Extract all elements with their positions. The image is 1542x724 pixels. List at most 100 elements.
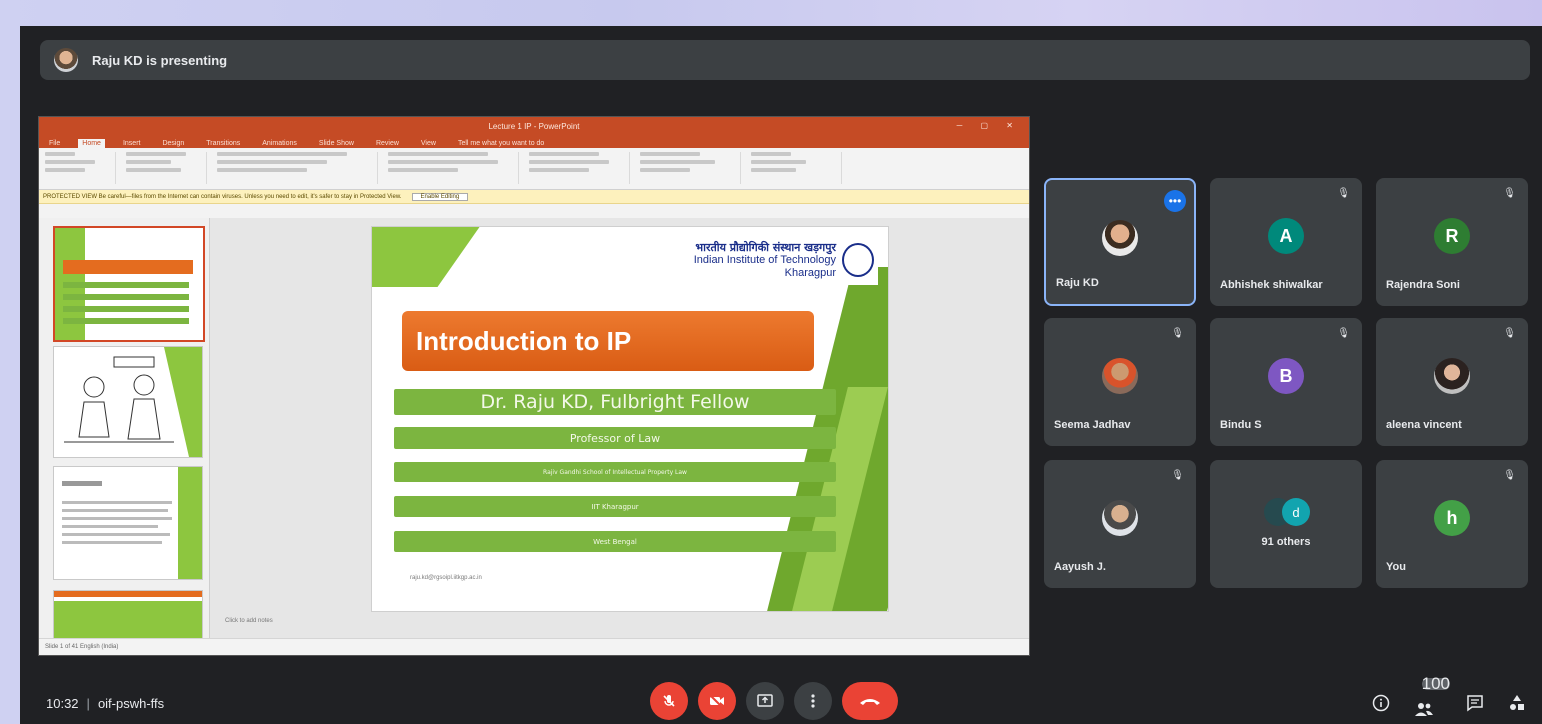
slide-thumbnail-4 [53, 590, 203, 642]
mic-off-icon: 🎙 [1503, 328, 1516, 339]
meeting-details: 10:32 | oif-pswh-ffs [46, 696, 164, 711]
more-options-button[interactable] [794, 682, 832, 720]
avatar [1102, 358, 1138, 394]
mic-off-icon: 🎙 [1503, 470, 1516, 481]
people-button[interactable]: 100 [1414, 674, 1450, 723]
window-controls-icon: ─ ▢ ✕ [956, 121, 1021, 130]
thumb-text-line [62, 517, 172, 520]
slide-footer-email: raju.kd@rgsoipl.iitkgp.ac.in [410, 575, 482, 581]
call-controls [650, 682, 898, 720]
ppt-window-title: Lecture 1 IP - PowerPoint [488, 121, 580, 131]
participant-tile-aayush[interactable]: 🎙 Aayush J. [1044, 460, 1196, 588]
presenter-avatar [54, 48, 78, 72]
ppt-tab: File [49, 140, 61, 147]
ribbon-group [751, 152, 842, 184]
present-icon [757, 694, 773, 707]
ribbon-group [126, 152, 207, 184]
slide-thumbnail-2 [53, 346, 203, 458]
thumb-text-line [62, 541, 162, 544]
thumb-bar [63, 282, 189, 288]
ppt-tab: Insert [122, 140, 141, 147]
present-now-button[interactable] [746, 682, 784, 720]
participant-name: Abhishek shiwalkar [1220, 279, 1323, 291]
thumb-title-bar [63, 260, 193, 274]
people-icon [1414, 703, 1433, 716]
mic-off-icon [663, 695, 675, 707]
participant-name: Seema Jadhav [1054, 419, 1131, 431]
participant-name: Bindu S [1220, 419, 1262, 431]
thumb-title-bar [54, 591, 202, 597]
thumb-text-line [62, 509, 168, 512]
thumb-green-shape [178, 467, 202, 579]
presenting-text: Raju KD is presenting [92, 52, 228, 68]
ribbon-group [45, 152, 116, 184]
participant-tile-abhishek[interactable]: 🎙 A Abhishek shiwalkar [1210, 178, 1362, 306]
avatar: d [1282, 498, 1310, 526]
ppt-ribbon [39, 148, 1029, 190]
ppt-title-bar: Lecture 1 IP - PowerPoint ─ ▢ ✕ [39, 117, 1029, 135]
current-slide: भारतीय प्रौद्योगिकी संस्थान खड़गपुर Indi… [371, 226, 889, 612]
participant-tile-rajendra[interactable]: 🎙 R Rajendra Soni [1376, 178, 1528, 306]
participant-tile-others[interactable]: d 91 others [1210, 460, 1362, 588]
camera-off-icon [709, 694, 724, 709]
protected-view-bar: PROTECTED VIEW Be careful—files from the… [39, 190, 1029, 204]
more-options-icon[interactable]: ••• [1164, 190, 1186, 212]
participant-tile-seema[interactable]: 🎙 Seema Jadhav [1044, 318, 1196, 446]
slide-green-shape [372, 227, 487, 287]
mic-off-icon: 🎙 [1337, 188, 1350, 199]
ppt-ribbon-tabs: File Home Insert Design Transitions Anim… [39, 135, 1029, 148]
logo-line1: Indian Institute of Technology [693, 253, 836, 266]
shared-screen: Lecture 1 IP - PowerPoint ─ ▢ ✕ File Hom… [38, 116, 1030, 656]
slide-institute-bar: IIT Kharagpur [394, 496, 836, 517]
protected-view-text: PROTECTED VIEW Be careful—files from the… [43, 193, 402, 200]
meeting-info-button[interactable] [1372, 694, 1390, 717]
people-count-badge: 100 [1421, 674, 1450, 693]
slide-thumbnail-3 [53, 466, 203, 580]
ribbon-group [529, 152, 630, 184]
thumb-text-line [62, 481, 102, 486]
slide-editor: भारतीय प्रौद्योगिकी संस्थान खड़गपुर Indi… [209, 218, 1029, 638]
mic-off-icon: 🎙 [1171, 328, 1184, 339]
participant-tile-bindu[interactable]: 🎙 B Bindu S [1210, 318, 1362, 446]
ppt-status-text: Slide 1 of 41 English (India) [45, 644, 119, 650]
avatar: R [1434, 218, 1470, 254]
iit-seal-icon [842, 243, 874, 277]
ppt-tab: Design [162, 140, 185, 147]
thumb-text-line [62, 501, 172, 504]
chat-button[interactable] [1466, 694, 1484, 717]
presenting-banner: Raju KD is presenting [40, 40, 1530, 80]
participant-name: Aayush J. [1054, 561, 1106, 573]
more-options-icon [811, 694, 815, 708]
activities-icon [1510, 695, 1524, 710]
thumb-text-line [62, 533, 170, 536]
thumb-text-line [62, 525, 158, 528]
ribbon-group [217, 152, 378, 184]
activities-button[interactable] [1508, 694, 1526, 717]
mic-toggle-button[interactable] [650, 682, 688, 720]
participant-tile-aleena[interactable]: 🎙 aleena vincent [1376, 318, 1528, 446]
logo-line2: Kharagpur [784, 266, 836, 279]
end-call-button[interactable] [842, 682, 898, 720]
slide-school-bar: Rajiv Gandhi School of Intellectual Prop… [394, 462, 836, 482]
avatar: h [1434, 500, 1470, 536]
mic-off-icon: 🎙 [1503, 188, 1516, 199]
meet-window: Raju KD is presenting Lecture 1 IP - Pow… [20, 26, 1542, 724]
ppt-status-bar: Slide 1 of 41 English (India) [39, 638, 1029, 655]
logo-hindi-text: भारतीय प्रौद्योगिकी संस्थान खड़गपुर [695, 240, 836, 254]
participant-name: You [1386, 561, 1406, 573]
participant-tile-you[interactable]: 🎙 h You [1376, 460, 1528, 588]
chat-icon [1467, 695, 1483, 712]
iit-logo: भारतीय प्रौद्योगिकी संस्थान खड़गपुर Indi… [646, 235, 878, 285]
ppt-tab: Home [78, 139, 105, 148]
mic-off-icon: 🎙 [1337, 328, 1350, 339]
camera-toggle-button[interactable] [698, 682, 736, 720]
participant-tile-raju-kd[interactable]: ••• Raju KD [1044, 178, 1196, 306]
avatar [1102, 220, 1138, 256]
slide-author-bar: Dr. Raju KD, Fulbright Fellow [394, 389, 836, 415]
ppt-workspace: भारतीय प्रौद्योगिकी संस्थान खड़गपुर Indi… [39, 218, 1029, 642]
avatar: B [1268, 358, 1304, 394]
separator: | [86, 696, 90, 711]
clock: 10:32 [46, 696, 79, 711]
ppt-tab: Animations [262, 140, 297, 147]
avatar [1434, 358, 1470, 394]
